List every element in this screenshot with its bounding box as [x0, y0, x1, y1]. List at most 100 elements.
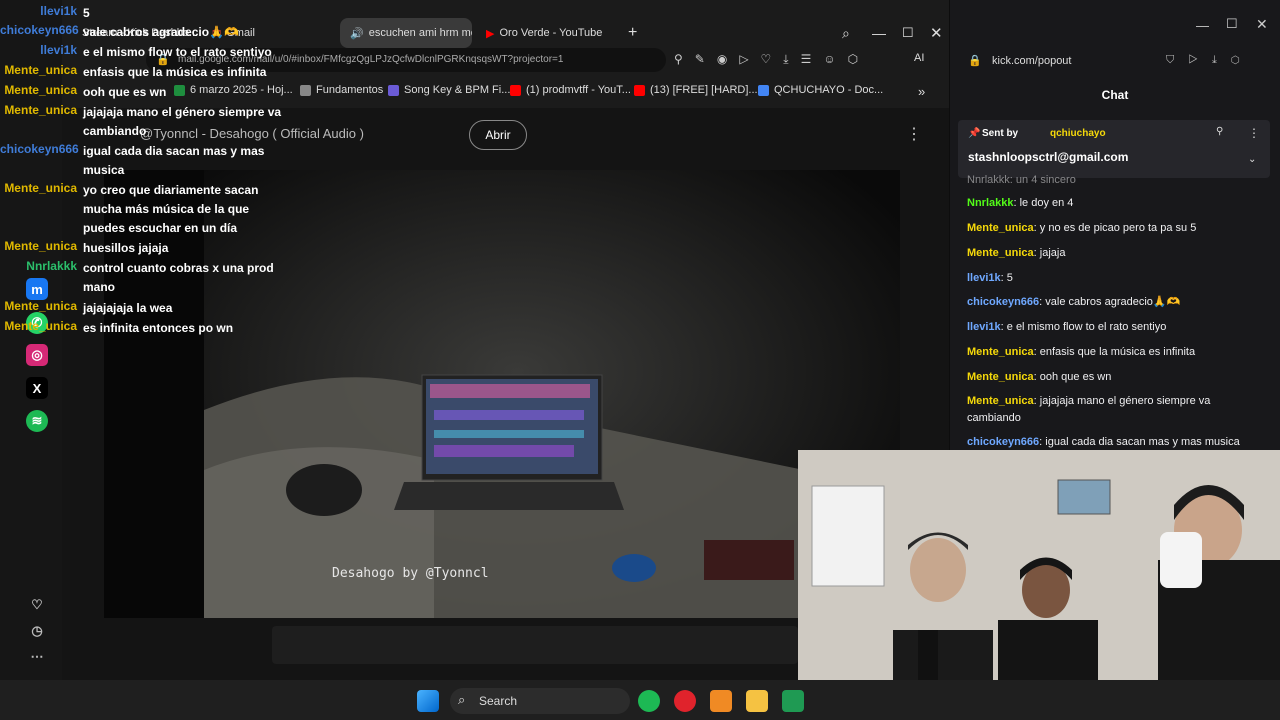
heart-icon[interactable]: ♡: [26, 594, 48, 616]
bookmark-item[interactable]: QCHUCHAYO - Doc...: [758, 84, 883, 96]
chat-message: llevi1k: e el mismo flow to el rato sent…: [967, 319, 1267, 336]
chat-username[interactable]: Mente_unica: [967, 395, 1034, 407]
overlay-text: yo creo que diariamente sacan mucha más …: [83, 183, 259, 235]
instagram-icon[interactable]: ◎: [26, 344, 48, 366]
docs-icon: [758, 84, 769, 96]
popout-toolbar-icons[interactable]: ⛉▷⤓⬡: [1166, 54, 1254, 67]
chat-username[interactable]: chicokeyn666: [967, 296, 1039, 308]
comment-box[interactable]: [272, 626, 798, 664]
chat-message: Mente_unica: ooh que es wn: [967, 369, 1267, 386]
chat-message: chicokeyn666: vale cabros agradecio🙏🫶: [967, 294, 1267, 311]
overlay-text: huesillos jajaja: [83, 241, 169, 255]
popout-url[interactable]: kick.com/popout: [992, 55, 1071, 67]
overlay-user: chicokeyn666: [0, 142, 79, 156]
opera-icon[interactable]: [674, 690, 696, 712]
spotify-icon[interactable]: ≋: [26, 410, 48, 432]
chat-text: vale cabros agradecio🙏🫶: [1045, 296, 1181, 308]
fl-studio-icon[interactable]: [710, 690, 732, 712]
search-tabs-icon[interactable]: ⌕: [832, 18, 858, 48]
unpin-icon[interactable]: ⚲: [1216, 126, 1223, 137]
popout-maximize-button[interactable]: ☐: [1226, 16, 1238, 32]
chat-username[interactable]: Mente_unica: [967, 247, 1034, 259]
taskbar-search[interactable]: ⌕ Search: [450, 688, 630, 714]
pinned-sent-by: Sent by: [982, 128, 1019, 139]
chat-message: Mente_unica: jajaja: [967, 245, 1267, 262]
close-button[interactable]: ✕: [920, 18, 946, 48]
overlay-user: Mente_unica: [4, 181, 77, 195]
chat-username[interactable]: chicokeyn666: [967, 436, 1039, 448]
music-icon: [388, 84, 399, 96]
open-button[interactable]: Abrir: [469, 120, 527, 150]
history-icon[interactable]: ◷: [26, 620, 48, 642]
tab-youtube[interactable]: ▶ Oro Verde - YouTube: [476, 18, 616, 48]
bookmark-item[interactable]: (1) prodmvtff - YouT...: [510, 84, 631, 96]
bookmark-label: QCHUCHAYO - Doc...: [774, 84, 884, 96]
minimize-button[interactable]: —: [862, 18, 888, 48]
chat-username[interactable]: Nnrlakkk: [967, 197, 1013, 209]
pinned-message[interactable]: 📌 Sent by qchiuchayo stashnloopsctrl@gma…: [958, 120, 1270, 178]
speaker-icon: 🔊: [350, 27, 364, 40]
more-bookmarks-icon[interactable]: »: [918, 84, 925, 99]
youtube-icon: [510, 84, 521, 96]
chat-message: Mente_unica: enfasis que la música es in…: [967, 344, 1267, 361]
pinned-menu-icon[interactable]: ⋮: [1248, 126, 1260, 140]
chat-message: Mente_unica: y no es de picao pero ta pa…: [967, 220, 1267, 237]
chat-text: 5: [1006, 272, 1013, 284]
overlay-user: Mente_unica: [4, 319, 77, 333]
chat-text: le doy en 4: [1019, 197, 1074, 209]
overlay-text: igual cada dia sacan mas y mas musica: [83, 144, 265, 177]
bookmark-label: (13) [FREE] [HARD]...: [650, 84, 758, 96]
new-tab-button[interactable]: +: [618, 18, 648, 48]
folder-icon: [300, 84, 311, 96]
overlay-text: es infinita entonces po wn: [83, 321, 234, 335]
chat-username[interactable]: Mente_unica: [967, 222, 1034, 234]
file-explorer-icon[interactable]: [746, 690, 768, 712]
overlay-text: ooh que es wn: [83, 85, 167, 99]
bookmark-label: Fundamentos: [316, 84, 384, 96]
kebab-menu-icon[interactable]: ⋮: [906, 124, 922, 144]
popout-close-button[interactable]: ✕: [1256, 16, 1268, 33]
pinned-user: qchiuchayo: [1050, 128, 1106, 139]
chat-text: ooh que es wn: [1039, 371, 1112, 383]
overlay-user: chicokeyn666: [0, 23, 79, 37]
bookmark-item[interactable]: (13) [FREE] [HARD]...: [634, 84, 758, 96]
chat-message: Nnrlakkk: le doy en 4: [967, 195, 1267, 212]
chat-username[interactable]: llevi1k: [967, 321, 1001, 333]
chat-username[interactable]: Mente_unica: [967, 346, 1034, 358]
tab-label: Oro Verde - YouTube: [499, 27, 603, 39]
youtube-icon: ▶: [486, 27, 495, 40]
overlay-text: 5: [83, 6, 90, 20]
pinned-text: stashnloopsctrl@gmail.com: [968, 150, 1129, 164]
more-icon[interactable]: ⋯: [26, 646, 48, 668]
spotify-icon[interactable]: [638, 690, 660, 712]
ai-button[interactable]: AI: [914, 52, 924, 64]
tab-label: escuchen ami hrm me: [368, 27, 472, 39]
popout-minimize-button[interactable]: —: [1196, 18, 1209, 33]
overlay-text: e el mismo flow to el rato sentiyo: [83, 45, 272, 59]
chat-username[interactable]: Mente_unica: [967, 371, 1034, 383]
bookmark-item[interactable]: Song Key & BPM Fi...: [388, 84, 510, 96]
windows-start-icon[interactable]: [417, 690, 439, 712]
bookmark-label: (1) prodmvtff - YouT...: [526, 84, 631, 96]
overlay-text: enfasis que la música es infinita: [83, 65, 267, 79]
overlay-user: Mente_unica: [4, 239, 77, 253]
tab-active[interactable]: 🔊 escuchen ami hrm me: [340, 18, 472, 48]
chat-text: jajaja: [1039, 247, 1066, 259]
maximize-button[interactable]: ☐: [892, 18, 918, 48]
overlay-user: Nnrlakkk: [26, 259, 77, 273]
overlay-text: vale cabros agradecio🙏🫶: [83, 25, 239, 39]
overlay-user: llevi1k: [40, 43, 77, 57]
chat-text: igual cada dia sacan mas y mas musica: [1045, 436, 1240, 448]
youtube-icon: [634, 84, 645, 96]
x-icon[interactable]: X: [26, 377, 48, 399]
bookmark-item[interactable]: Fundamentos: [300, 84, 383, 96]
excel-icon[interactable]: [782, 690, 804, 712]
overlay-user: llevi1k: [40, 4, 77, 18]
toolbar-icons[interactable]: ⚲✎◉▷♡⤓☰☺⬡: [674, 52, 870, 67]
overlay-text: jajajajaja la wea: [83, 301, 173, 315]
overlay-user: Mente_unica: [4, 103, 77, 117]
chat-username[interactable]: llevi1k: [967, 272, 1001, 284]
chat-message: Mente_unica: jajajaja mano el género sie…: [967, 393, 1267, 427]
chat-text: e el mismo flow to el rato sentiyo: [1006, 321, 1167, 333]
chevron-down-icon[interactable]: ⌄: [1248, 154, 1256, 165]
